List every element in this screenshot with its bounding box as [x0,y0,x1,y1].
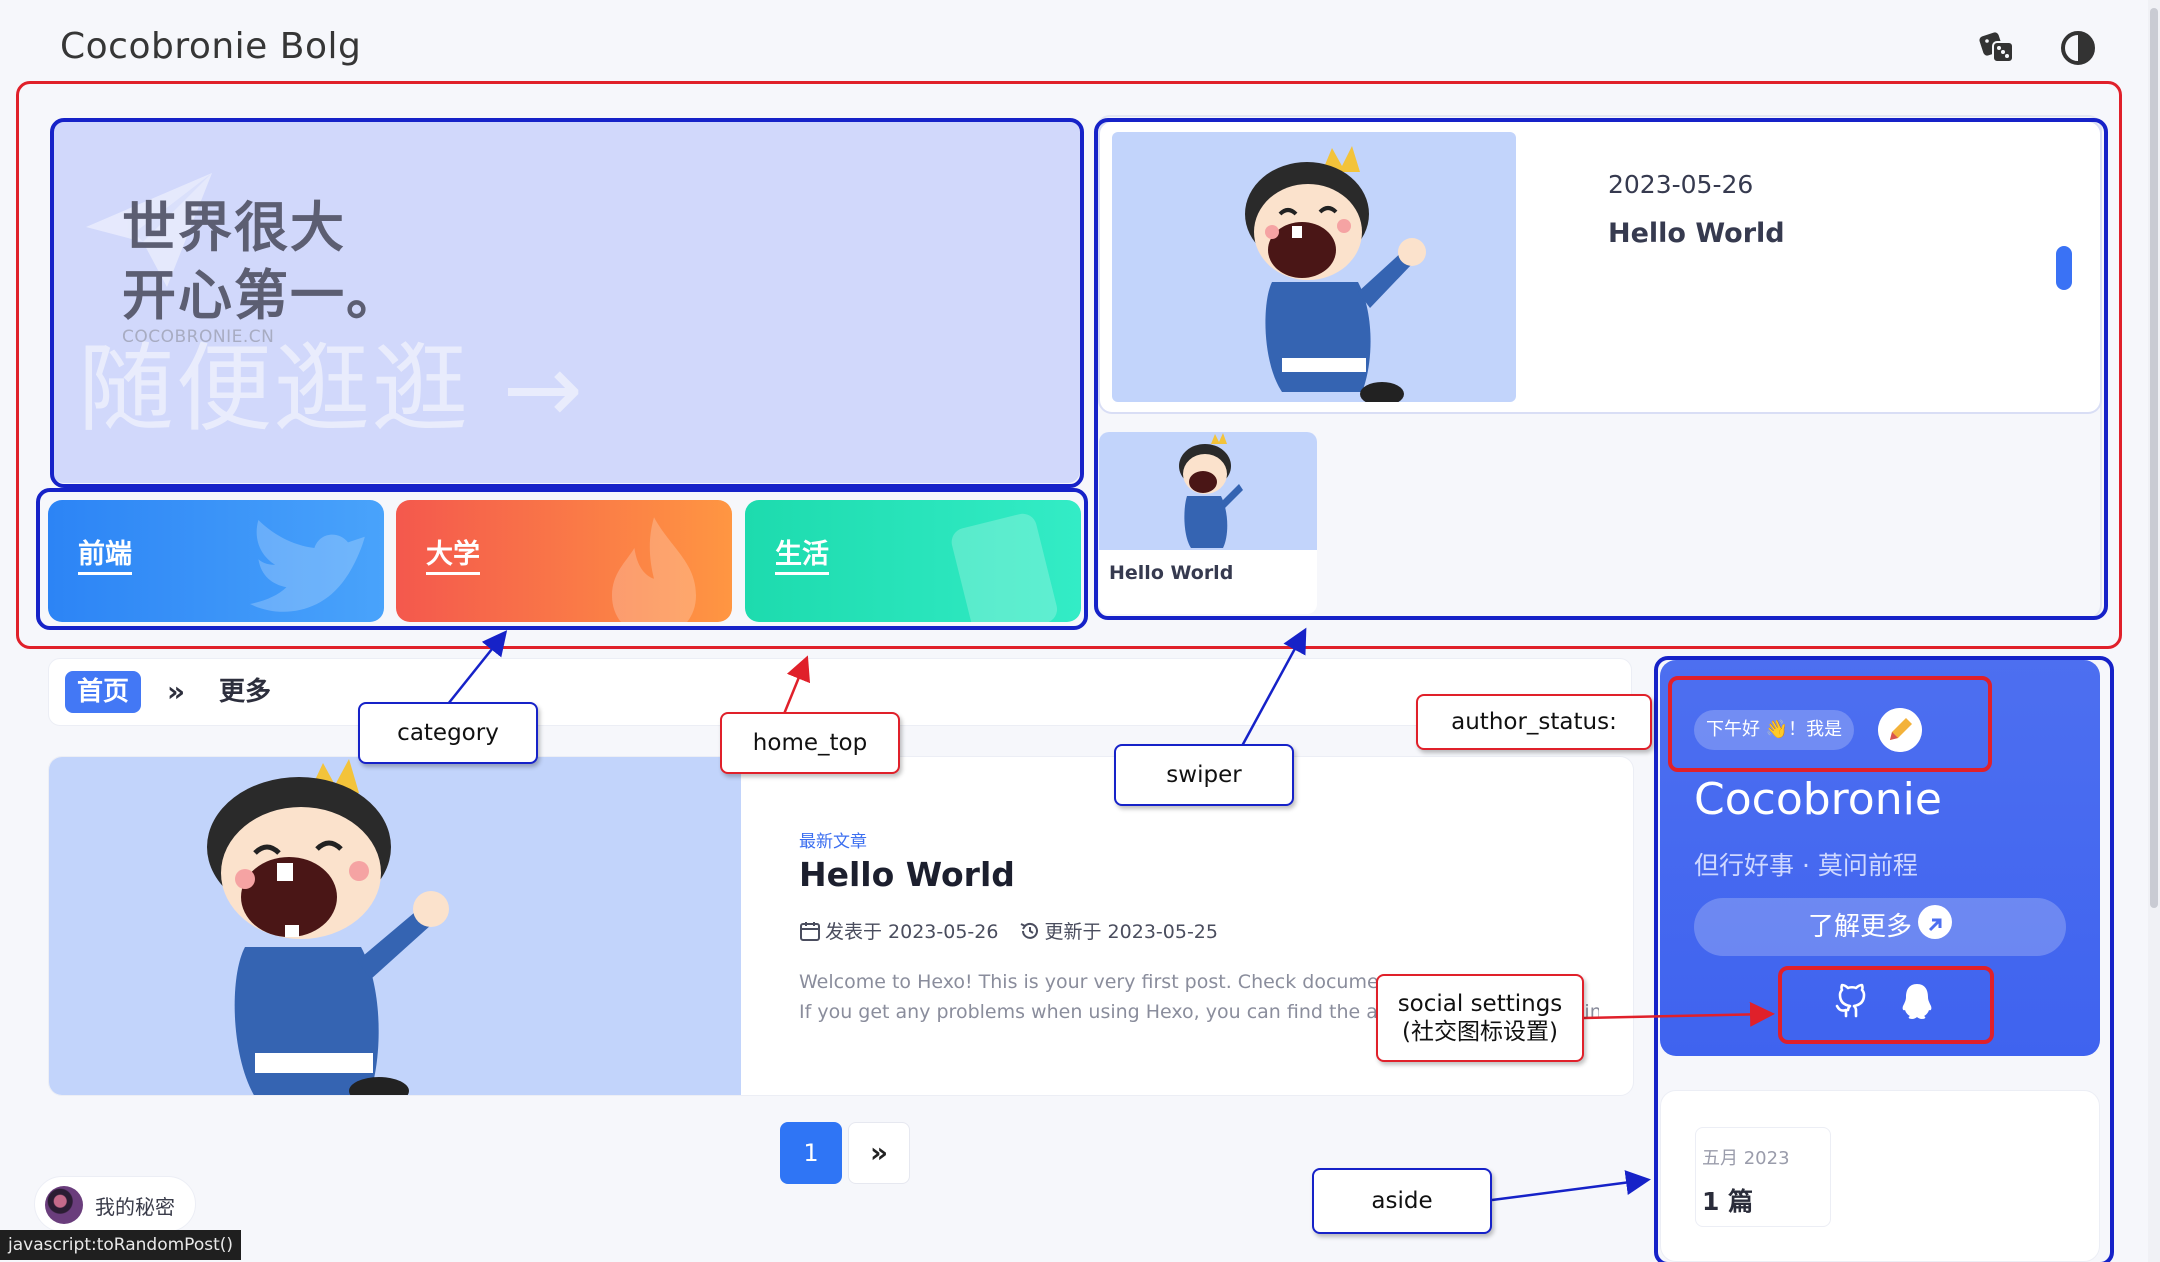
annotation-social-line-2: (社交图标设置) [1402,1019,1558,1045]
category-label: 生活 [775,538,829,575]
annotation-category: category [358,702,538,764]
cartoon-boy-illustration [1179,433,1243,548]
post-cover-image[interactable] [1112,132,1516,402]
swiper-slide[interactable]: 2023-05-26 Hello World [1098,120,2102,414]
cartoon-boy-illustration [207,759,449,1095]
annotation-swiper: swiper [1114,744,1294,806]
author-card: 下午好 👋！我是 Cocobronie 但行好事 · 莫问前程 了解更多 [1660,660,2100,1056]
annotation-social-line-1: social settings [1397,991,1563,1017]
history-icon [1020,922,1038,939]
pencil-icon [1878,708,1922,752]
author-greeting[interactable]: 下午好 👋！我是 [1694,710,1855,750]
bird-icon [250,520,365,612]
category-university[interactable]: 大学 [396,500,732,622]
contrast-icon[interactable] [2058,28,2098,68]
scrollbar-thumb[interactable] [2150,8,2158,908]
archive-count: 1 篇 [1702,1187,1754,1216]
document-icon [951,513,1058,622]
category-frontend[interactable]: 前端 [48,500,384,622]
swiper-post-date: 2023-05-26 [1608,170,1754,199]
category-life[interactable]: 生活 [745,500,1081,622]
learn-more-button[interactable]: 了解更多 [1694,898,2066,956]
github-icon[interactable] [1830,980,1872,1022]
banner-url: COCOBRONIE.CN [122,327,275,347]
pagination-next-button[interactable]: » [848,1122,910,1184]
site-title[interactable]: Cocobronie Bolg [60,26,361,67]
home-top-banner[interactable]: 世界很大 开心第一。 随便逛逛 → COCOBRONIE.CN [52,121,1080,483]
post-meta: 发表于 2023-05-26 更新于 2023-05-25 [799,917,1218,944]
annotation-social-settings: social settings (社交图标设置) [1376,974,1584,1062]
category-label: 大学 [426,538,480,575]
flame-icon [612,517,696,622]
browser-status-bar: javascript:toRandomPost() [0,1230,242,1260]
author-description: 但行好事 · 莫问前程 [1694,851,1918,880]
swiper-thumbnail[interactable]: Hello World [1099,432,1317,614]
scrollbar[interactable] [2148,0,2160,1262]
arrow-up-right-icon [1918,905,1952,939]
cartoon-boy-illustration [1245,146,1426,402]
secret-chip[interactable]: 我的秘密 [34,1176,196,1232]
breadcrumb-more[interactable]: 更多 [219,671,271,713]
pagination-current-page[interactable]: 1 [780,1122,842,1184]
annotation-home-top: home_top [720,712,900,774]
calendar-icon [800,922,820,941]
thumbnail-title: Hello World [1109,562,1234,584]
post-published-date: 发表于 2023-05-26 [825,921,999,943]
annotation-aside: aside [1312,1168,1492,1234]
breadcrumb-home[interactable]: 首页 [65,671,142,713]
post-title[interactable]: Hello World [799,855,1015,894]
dice-icon[interactable] [1978,28,2018,68]
avatar [45,1186,83,1224]
archive-month: 五月 2023 [1702,1148,1790,1169]
swiper-post-title[interactable]: Hello World [1608,218,1785,249]
annotation-author-status: author_status: [1416,694,1652,750]
qq-icon[interactable] [1896,980,1938,1022]
thumbnail-image [1099,432,1317,550]
secret-label: 我的秘密 [95,1195,175,1219]
category-label: 前端 [78,538,132,575]
post-tag: 最新文章 [799,832,867,852]
swiper-pagination-indicator[interactable] [2056,246,2072,290]
author-name: Cocobronie [1694,774,1942,825]
learn-more-label: 了解更多 [1807,912,1912,942]
breadcrumb-separator: » [167,675,186,708]
archive-item[interactable]: 五月 2023 1 篇 [1695,1127,1831,1227]
author-avatar[interactable] [1878,708,1922,752]
archive-card: 五月 2023 1 篇 [1660,1090,2100,1262]
post-cover-image[interactable] [49,757,741,1095]
post-updated-date: 更新于 2023-05-25 [1044,921,1218,943]
